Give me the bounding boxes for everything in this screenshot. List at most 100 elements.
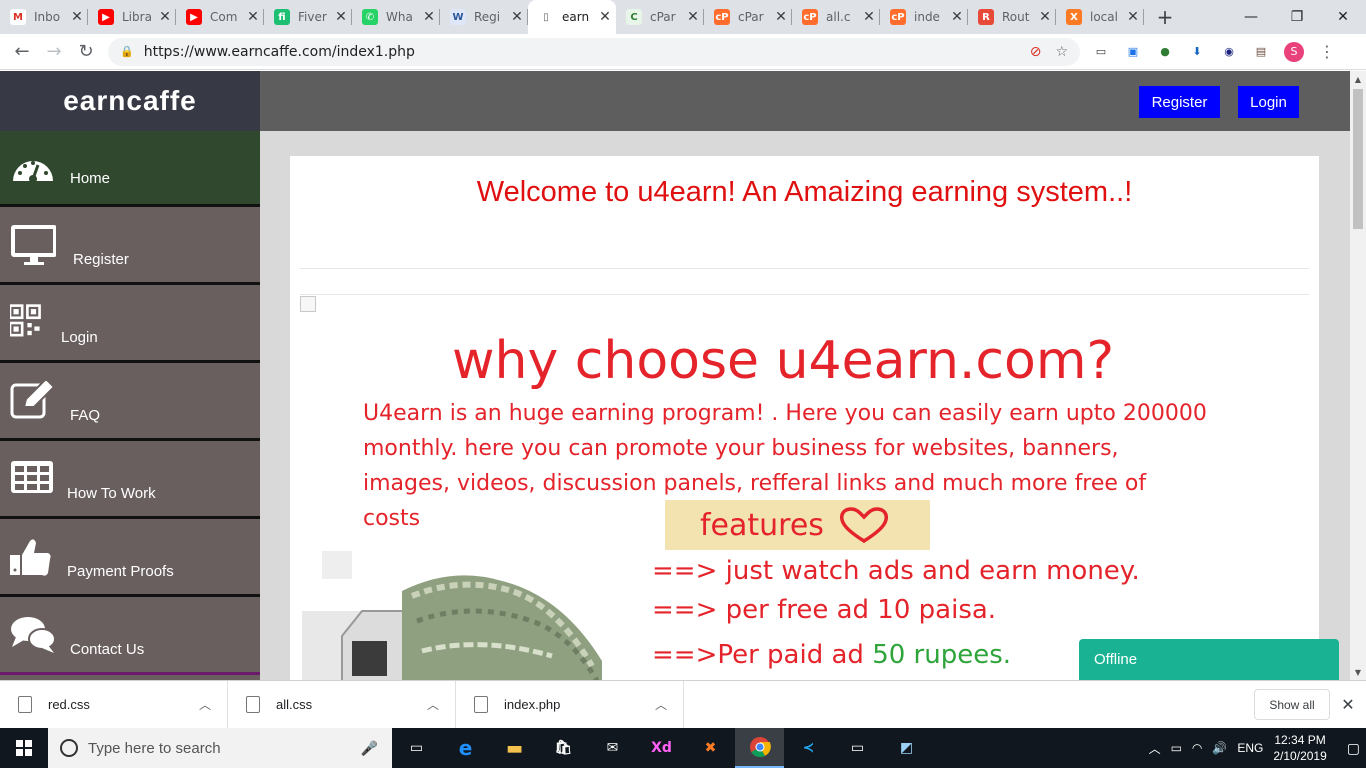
chevron-up-icon[interactable]: ︿ bbox=[1149, 740, 1161, 757]
download-item[interactable]: index.php ︿ bbox=[456, 680, 684, 729]
film-extension-icon[interactable]: ▤ bbox=[1252, 43, 1270, 61]
tab-title: cPar bbox=[738, 10, 764, 24]
browser-tab[interactable]: ✆ Wha ✕ bbox=[352, 0, 440, 34]
browser-tab[interactable]: ▶ Com ✕ bbox=[176, 0, 264, 34]
sidebar-item-contact-us[interactable]: Contact Us bbox=[0, 597, 260, 675]
sidebar-item-login[interactable]: Login bbox=[0, 285, 260, 363]
windows-start-icon[interactable] bbox=[0, 728, 48, 768]
browser-tab[interactable]: CcPar ✕ bbox=[616, 0, 704, 34]
close-tab-icon[interactable]: ✕ bbox=[334, 9, 348, 25]
download-item[interactable]: all.css ︿ bbox=[228, 680, 456, 729]
edge-icon[interactable]: e bbox=[441, 728, 490, 768]
mail-icon[interactable]: ✉ bbox=[588, 728, 637, 768]
whatsapp-icon: ✆ bbox=[362, 9, 378, 25]
youtube-icon: ▶ bbox=[186, 9, 202, 25]
bookmark-star-icon[interactable]: ☆ bbox=[1055, 44, 1068, 60]
cpanel-icon: C bbox=[626, 9, 642, 25]
close-tab-icon[interactable]: ✕ bbox=[70, 9, 84, 25]
sidebar-item-faq[interactable]: FAQ bbox=[0, 363, 260, 441]
register-button[interactable]: Register bbox=[1139, 86, 1220, 118]
close-download-bar-icon[interactable]: ✕ bbox=[1330, 695, 1366, 714]
close-tab-icon[interactable]: ✕ bbox=[862, 9, 876, 25]
intro-line: U4earn is an huge earning program! . Her… bbox=[363, 401, 1207, 426]
download-extension-icon[interactable]: ⬇ bbox=[1188, 43, 1206, 61]
download-item[interactable]: red.css ︿ bbox=[0, 680, 228, 729]
wifi-icon[interactable]: ◠ bbox=[1192, 741, 1202, 755]
browser-tab[interactable]: Xlocal ✕ bbox=[1056, 0, 1144, 34]
new-tab-button[interactable]: + bbox=[1150, 0, 1180, 34]
clock[interactable]: 12:34 PM 2/10/2019 bbox=[1273, 732, 1326, 764]
language-indicator[interactable]: ENG bbox=[1237, 741, 1263, 755]
address-bar[interactable]: 🔒 https://www.earncaffe.com/index1.php ⊘… bbox=[108, 37, 1080, 66]
globe-extension-icon[interactable]: ● bbox=[1156, 43, 1174, 61]
close-tab-icon[interactable]: ✕ bbox=[950, 9, 964, 25]
minimize-icon[interactable]: — bbox=[1228, 0, 1274, 34]
word-icon: W bbox=[450, 9, 466, 25]
extension-icon[interactable]: ▭ bbox=[1092, 43, 1110, 61]
chevron-up-icon[interactable]: ︿ bbox=[199, 696, 211, 713]
browser-tab[interactable]: R Rout ✕ bbox=[968, 0, 1056, 34]
profile-avatar[interactable]: S bbox=[1284, 41, 1304, 62]
close-tab-icon[interactable]: ✕ bbox=[774, 9, 788, 25]
show-all-downloads-button[interactable]: Show all bbox=[1254, 689, 1330, 720]
scroll-up-icon[interactable]: ▲ bbox=[1350, 71, 1366, 87]
browser-tab[interactable]: ▯ earn ✕ bbox=[528, 0, 616, 34]
back-icon[interactable]: ← bbox=[6, 36, 38, 68]
chevron-up-icon[interactable]: ︿ bbox=[427, 696, 439, 713]
blocked-popup-icon[interactable]: ⊘ bbox=[1030, 44, 1042, 60]
sidebar-item-payment-proofs[interactable]: Payment Proofs bbox=[0, 519, 260, 597]
vscode-icon[interactable]: ≺ bbox=[784, 728, 833, 768]
close-tab-icon[interactable]: ✕ bbox=[246, 9, 260, 25]
maximize-icon[interactable]: ❐ bbox=[1274, 0, 1320, 34]
notifications-icon[interactable]: ▢ bbox=[1347, 740, 1360, 757]
browser-tab[interactable]: fi Fiver ✕ bbox=[264, 0, 352, 34]
close-tab-icon[interactable]: ✕ bbox=[598, 9, 612, 25]
search-icon bbox=[60, 739, 78, 757]
site-brand[interactable]: earncaffe bbox=[0, 71, 260, 131]
scroll-down-icon[interactable]: ▼ bbox=[1350, 664, 1366, 680]
scrollbar-thumb[interactable] bbox=[1353, 89, 1363, 229]
adobe-xd-icon[interactable]: Xd bbox=[637, 728, 686, 768]
chevron-up-icon[interactable]: ︿ bbox=[655, 696, 667, 713]
volume-icon[interactable]: 🔊 bbox=[1212, 741, 1227, 755]
file-icon bbox=[18, 696, 32, 713]
page-scrollbar[interactable]: ▲ ▼ bbox=[1350, 71, 1366, 680]
close-tab-icon[interactable]: ✕ bbox=[510, 9, 524, 25]
browser-tab[interactable]: cP all.c ✕ bbox=[792, 0, 880, 34]
sidebar-item-home[interactable]: Home bbox=[0, 131, 260, 207]
terminal-icon[interactable]: ▭ bbox=[833, 728, 882, 768]
close-window-icon[interactable]: ✕ bbox=[1320, 0, 1366, 34]
battery-icon[interactable]: ▭ bbox=[1171, 741, 1182, 755]
browser-tab[interactable]: ▶ Libra ✕ bbox=[88, 0, 176, 34]
screenshot-extension-icon[interactable]: ▣ bbox=[1124, 43, 1142, 61]
close-tab-icon[interactable]: ✕ bbox=[422, 9, 436, 25]
menu-icon[interactable]: ⋮ bbox=[1318, 42, 1336, 61]
store-icon[interactable]: 🛍 bbox=[539, 728, 588, 768]
microphone-icon[interactable]: 🎤 bbox=[361, 740, 378, 757]
browser-tab[interactable]: M Inbo ✕ bbox=[0, 0, 88, 34]
xampp-icon[interactable]: ✖ bbox=[686, 728, 735, 768]
chrome-icon[interactable] bbox=[735, 728, 784, 768]
notes-app-icon[interactable]: ◩ bbox=[882, 728, 931, 768]
feature-item: ==>Per paid ad 50 rupees. bbox=[652, 640, 1011, 670]
reload-icon[interactable]: ↻ bbox=[70, 36, 102, 68]
login-button[interactable]: Login bbox=[1238, 86, 1299, 118]
file-explorer-icon[interactable]: ▬ bbox=[490, 728, 539, 768]
browser-tab[interactable]: cP cPar ✕ bbox=[704, 0, 792, 34]
tab-list: M Inbo ✕ ▶ Libra ✕ ▶ Com ✕ fi Fiver ✕ ✆ Wha ✕ W Regi ✕ ▯ ea… bbox=[0, 0, 1144, 34]
sidebar-item-register[interactable]: Register bbox=[0, 207, 260, 285]
close-tab-icon[interactable]: ✕ bbox=[1126, 9, 1140, 25]
taskbar-search-input[interactable]: Type here to search 🎤 bbox=[48, 728, 392, 768]
close-tab-icon[interactable]: ✕ bbox=[1038, 9, 1052, 25]
task-view-icon[interactable]: ▭ bbox=[392, 728, 441, 768]
close-tab-icon[interactable]: ✕ bbox=[158, 9, 172, 25]
browser-tab[interactable]: W Regi ✕ bbox=[440, 0, 528, 34]
chat-widget-status[interactable]: Offline bbox=[1079, 639, 1339, 680]
lens-extension-icon[interactable]: ◉ bbox=[1220, 43, 1238, 61]
clock-date: 2/10/2019 bbox=[1273, 749, 1327, 763]
browser-tab[interactable]: cP inde ✕ bbox=[880, 0, 968, 34]
sidebar-item-label: How To Work bbox=[67, 485, 156, 502]
forward-icon[interactable]: → bbox=[38, 36, 70, 68]
sidebar-item-how-to-work[interactable]: How To Work bbox=[0, 441, 260, 519]
close-tab-icon[interactable]: ✕ bbox=[686, 9, 700, 25]
